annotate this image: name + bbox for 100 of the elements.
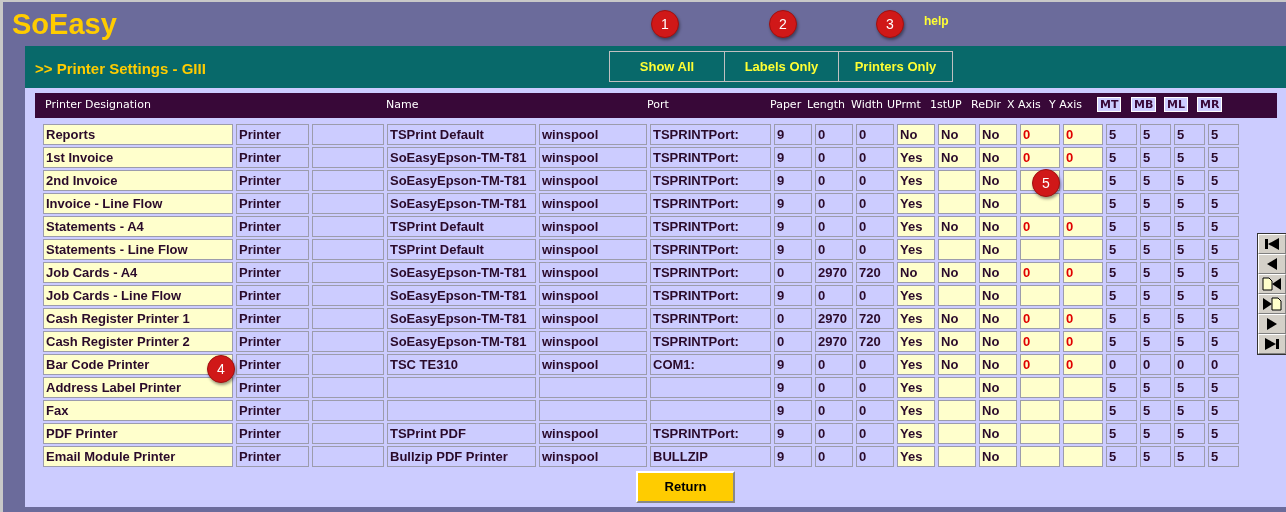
table-cell: [1020, 285, 1060, 306]
table-cell: TSPRINTPort:: [650, 423, 771, 444]
record-nav-button[interactable]: [1258, 274, 1286, 294]
table-cell: 0: [856, 354, 894, 375]
table-cell: 0: [774, 262, 812, 283]
table-cell: 0: [1020, 331, 1060, 352]
table-cell: [312, 400, 384, 421]
table-cell: 5: [1174, 423, 1205, 444]
table-cell: No: [979, 354, 1017, 375]
table-cell: Printer: [236, 423, 309, 444]
table-cell: SoEasyEpson-TM-T81: [387, 170, 536, 191]
record-nav-button[interactable]: [1258, 254, 1286, 274]
table-cell: 5: [1174, 147, 1205, 168]
table-cell: 9: [774, 170, 812, 191]
table-cell: 5: [1140, 423, 1171, 444]
record-nav-button[interactable]: [1258, 314, 1286, 334]
table-cell: 5: [1140, 377, 1171, 398]
table-cell: 0: [1174, 354, 1205, 375]
table-cell: [1020, 446, 1060, 467]
table-cell: Printer: [236, 331, 309, 352]
table-cell: [312, 216, 384, 237]
table-cell: [1020, 239, 1060, 260]
table-cell: 5: [1106, 147, 1137, 168]
table-cell: winspool: [539, 446, 647, 467]
table-cell: [1020, 193, 1060, 214]
table-cell: 0: [815, 216, 853, 237]
table-cell: Yes: [897, 239, 935, 260]
table-cell: No: [979, 124, 1017, 145]
table-cell: Printer: [236, 147, 309, 168]
record-nav-button[interactable]: [1258, 234, 1286, 254]
table-cell: 0: [1140, 354, 1171, 375]
table-cell: [938, 193, 976, 214]
table-cell: [938, 400, 976, 421]
table-cell: No: [938, 331, 976, 352]
table-cell: TSPRINTPort:: [650, 193, 771, 214]
table-cell: Statements - Line Flow: [43, 239, 233, 260]
table-cell: No: [979, 446, 1017, 467]
table-cell: Yes: [897, 377, 935, 398]
record-nav-button[interactable]: [1258, 294, 1286, 314]
table-cell: Printer: [236, 124, 309, 145]
return-button[interactable]: Return: [636, 471, 735, 503]
callout-badge: 2: [769, 10, 797, 38]
arrow-page-icon: [1262, 297, 1282, 311]
table-cell: [1063, 377, 1103, 398]
table-cell: TSC TE310: [387, 354, 536, 375]
table-cell: Bullzip PDF Printer: [387, 446, 536, 467]
help-link[interactable]: help: [924, 12, 949, 30]
record-nav-button[interactable]: [1258, 334, 1286, 354]
table-cell: 0: [1020, 216, 1060, 237]
table-cell: No: [979, 400, 1017, 421]
table-cell: 0: [856, 239, 894, 260]
table-cell: [1063, 170, 1103, 191]
table-cell: 9: [774, 193, 812, 214]
filter-button[interactable]: Show All: [610, 52, 724, 81]
table-cell: Printer: [236, 354, 309, 375]
table-cell: 0: [1063, 147, 1103, 168]
table-cell: 5: [1208, 308, 1239, 329]
table-cell: winspool: [539, 354, 647, 375]
table-cell: [312, 308, 384, 329]
table-cell: TSPRINTPort:: [650, 170, 771, 191]
table-cell: No: [979, 262, 1017, 283]
page-arrow-icon: [1262, 277, 1282, 291]
table-cell: [312, 331, 384, 352]
table-cell: TSPRINTPort:: [650, 216, 771, 237]
column-header: Name: [386, 98, 419, 112]
table-cell: 0: [1020, 262, 1060, 283]
table-cell: Yes: [897, 331, 935, 352]
table-cell: SoEasyEpson-TM-T81: [387, 147, 536, 168]
table-cell: 5: [1174, 124, 1205, 145]
table-cell: No: [979, 170, 1017, 191]
table-cell: [1063, 193, 1103, 214]
table-cell: SoEasyEpson-TM-T81: [387, 262, 536, 283]
table-cell: No: [938, 124, 976, 145]
table-cell: No: [938, 308, 976, 329]
table-cell: Job Cards - A4: [43, 262, 233, 283]
table-cell: Yes: [897, 354, 935, 375]
filter-button[interactable]: Printers Only: [838, 52, 952, 81]
table-cell: TSPRINTPort:: [650, 308, 771, 329]
table-cell: 0: [815, 377, 853, 398]
table-cell: TSPrint PDF: [387, 423, 536, 444]
table-cell: 0: [856, 193, 894, 214]
table-cell: 5: [1174, 400, 1205, 421]
table-cell: No: [979, 377, 1017, 398]
table-cell: [312, 423, 384, 444]
table-cell: TSPrint Default: [387, 216, 536, 237]
table-cell: 5: [1140, 239, 1171, 260]
table-cell: No: [938, 147, 976, 168]
table-cell: 5: [1208, 377, 1239, 398]
table-cell: 0: [1020, 354, 1060, 375]
filter-button[interactable]: Labels Only: [724, 52, 838, 81]
table-cell: 0: [815, 239, 853, 260]
table-cell: winspool: [539, 308, 647, 329]
table-cell: 5: [1208, 124, 1239, 145]
table-cell: 0: [856, 216, 894, 237]
table-cell: [312, 354, 384, 375]
table-cell: TSPRINTPort:: [650, 239, 771, 260]
table-cell: No: [979, 147, 1017, 168]
table-cell: winspool: [539, 193, 647, 214]
table-cell: 0: [815, 285, 853, 306]
table-cell: Cash Register Printer 1: [43, 308, 233, 329]
